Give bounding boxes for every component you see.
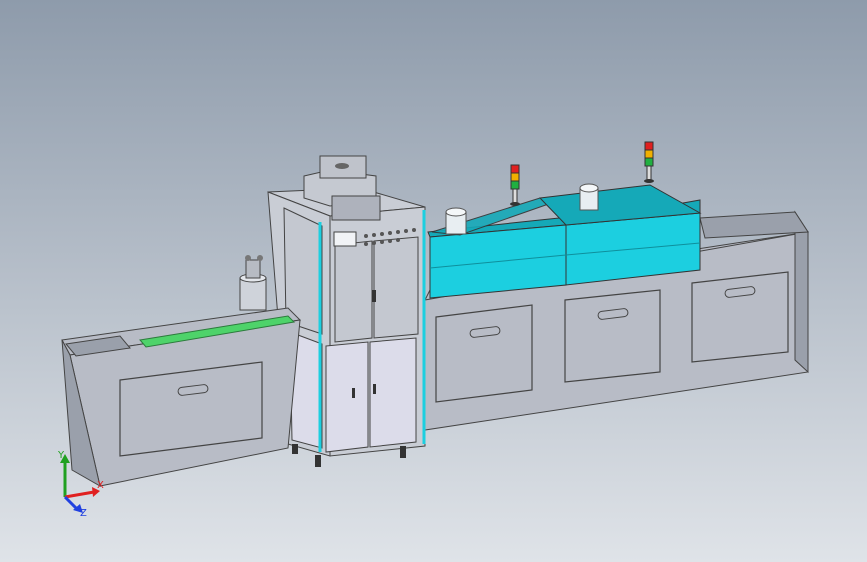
signal-light-segment (510, 180, 520, 190)
lower-door-left (325, 341, 369, 453)
upper-door-left (334, 240, 373, 343)
signal-tower-pole (512, 188, 518, 204)
signal-tower-pole (646, 165, 652, 181)
hmi-screen (333, 231, 357, 247)
upper-door-right (373, 236, 419, 339)
lower-handle-right (373, 384, 376, 394)
foot-2 (400, 446, 406, 458)
exhaust-stack-1 (445, 207, 467, 235)
cad-viewport[interactable]: Y X Z (0, 0, 867, 562)
z-axis-label: Z (80, 508, 87, 519)
signal-light-segment (644, 157, 654, 167)
signal-tower-base (510, 202, 520, 206)
door-handle (372, 290, 376, 302)
signal-tower-base (644, 179, 654, 183)
foot-3 (292, 444, 298, 454)
lower-handle-left (352, 388, 355, 398)
exhaust-stack-2 (579, 183, 599, 211)
machine-assembly-model[interactable]: Y X Z (0, 0, 867, 562)
lower-door-right (369, 337, 417, 448)
y-axis-label: Y (57, 450, 65, 461)
foot-1 (315, 455, 321, 467)
signal-light-segment (510, 172, 520, 182)
x-axis-label: X (97, 480, 104, 491)
signal-light-segment (644, 141, 654, 151)
signal-light-segment (644, 149, 654, 159)
signal-light-segment (510, 164, 520, 174)
